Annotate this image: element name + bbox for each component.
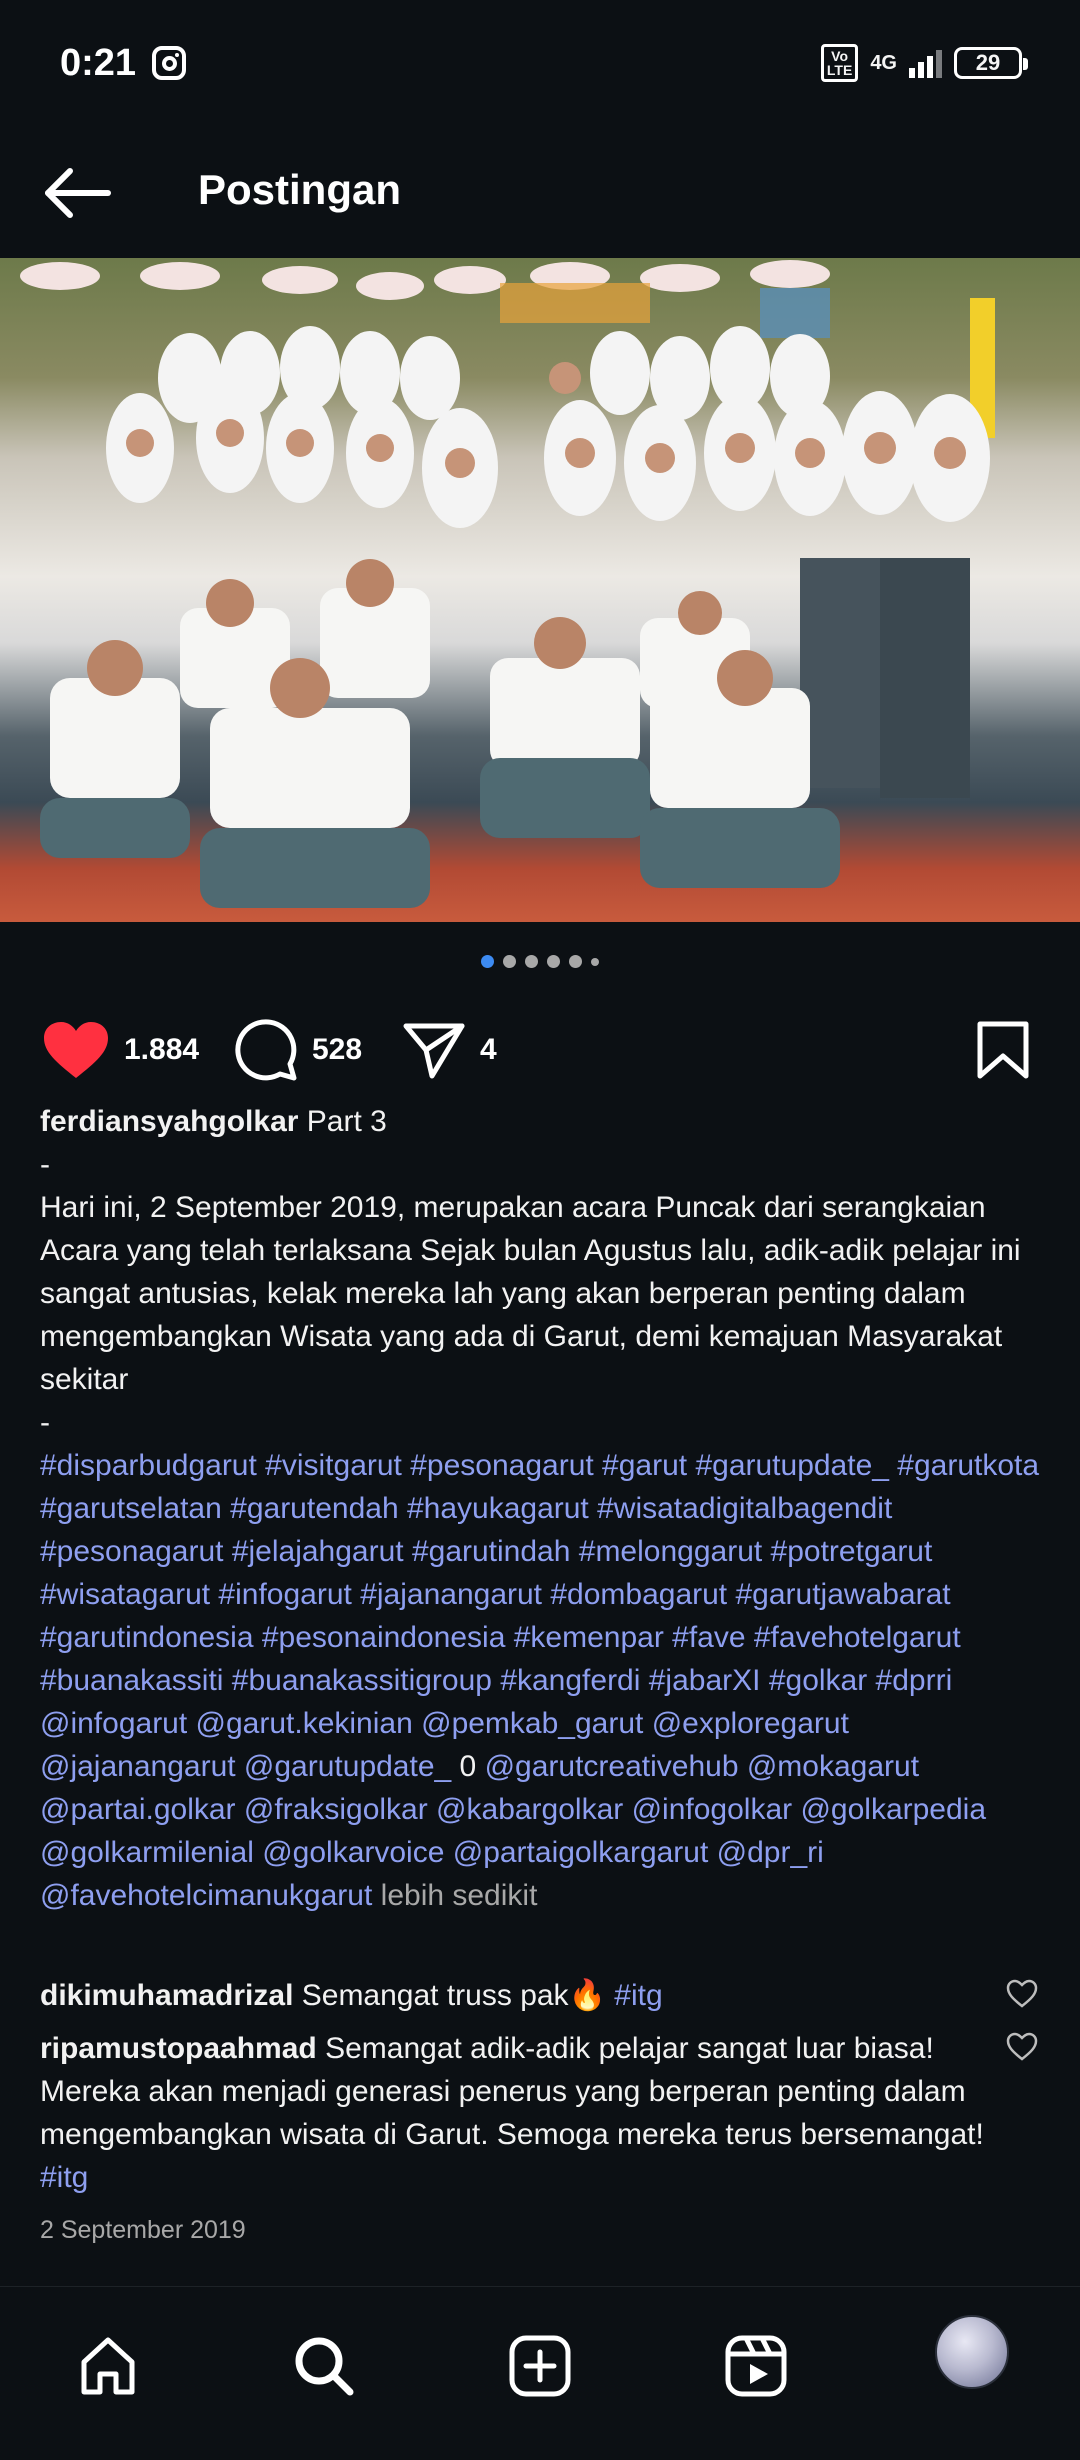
comment-like-button[interactable] xyxy=(1006,1979,1038,2009)
nav-home[interactable] xyxy=(73,2331,143,2401)
status-indicators: Vo LTE 4G 29 xyxy=(820,44,1028,82)
volte-icon: Vo LTE xyxy=(820,44,859,82)
carousel-dot xyxy=(569,955,582,968)
search-icon xyxy=(295,2337,354,2396)
caption-separator: - xyxy=(40,1148,50,1181)
carousel-dot xyxy=(547,955,560,968)
post-date: 2 September 2019 xyxy=(40,2216,246,2244)
nav-reels[interactable] xyxy=(721,2331,791,2401)
status-bar: 0:21 Vo LTE 4G 29 xyxy=(0,0,1080,130)
battery-icon: 29 xyxy=(954,47,1028,79)
status-time: 0:21 xyxy=(60,42,137,84)
signal-icon xyxy=(909,48,942,78)
comment-hashtag[interactable]: #itg xyxy=(614,1979,662,2012)
caption-separator: - xyxy=(40,1406,50,1439)
like-button[interactable]: 1.884 xyxy=(42,1010,199,1090)
comment-text: Semangat truss pak🔥 xyxy=(301,1979,606,2012)
back-arrow-icon xyxy=(45,168,111,218)
home-icon xyxy=(81,2337,135,2395)
comment-username[interactable]: ripamustopaahmad xyxy=(40,2032,317,2065)
bookmark-icon xyxy=(977,1021,1029,1079)
instagram-notification-icon xyxy=(152,46,186,80)
share-count: 4 xyxy=(480,1033,497,1066)
comment-username[interactable]: dikimuhamadrizal xyxy=(40,1979,293,2012)
caption-username[interactable]: ferdiansyahgolkar xyxy=(40,1105,298,1138)
app-header: Postingan xyxy=(0,130,1080,258)
bottom-navigation xyxy=(0,2286,1080,2460)
send-icon xyxy=(403,1023,465,1079)
comment-bubble-icon xyxy=(235,1019,297,1081)
comment-button[interactable]: 528 xyxy=(234,1010,362,1090)
comment-item: ripamustopaahmad Semangat adik-adik pela… xyxy=(40,2027,1000,2199)
heart-outline-icon xyxy=(1006,2032,1038,2061)
like-count: 1.884 xyxy=(124,1033,200,1066)
battery-level: 29 xyxy=(975,50,1001,75)
less-button[interactable]: lebih sedikit xyxy=(381,1879,538,1912)
nav-create[interactable] xyxy=(505,2331,575,2401)
umbrella-decorations xyxy=(20,260,830,300)
save-button[interactable] xyxy=(976,1010,1030,1090)
nav-profile-avatar[interactable] xyxy=(935,2315,1009,2389)
reels-icon xyxy=(725,2335,787,2397)
caption-body: Hari ini, 2 September 2019, merupakan ac… xyxy=(40,1191,1021,1396)
carousel-indicator xyxy=(0,955,1080,968)
caption-zero: 0 xyxy=(459,1750,477,1783)
comment-count: 528 xyxy=(312,1033,363,1066)
group-photo-illustration xyxy=(20,260,995,908)
post-photo[interactable] xyxy=(0,258,1080,922)
heart-filled-icon xyxy=(44,1022,108,1078)
caption-hashtags[interactable]: #disparbudgarut #visitgarut #pesonagarut… xyxy=(40,1449,1039,1697)
post-actions: 1.884 528 4 xyxy=(0,1010,1080,1090)
carousel-dot xyxy=(503,955,516,968)
post-caption: ferdiansyahgolkar Part 3 - Hari ini, 2 S… xyxy=(40,1100,1050,1917)
caption-title: Part 3 xyxy=(306,1105,387,1138)
carousel-dot xyxy=(525,955,538,968)
carousel-dot xyxy=(591,957,599,966)
nav-search[interactable] xyxy=(289,2331,359,2401)
back-button[interactable] xyxy=(38,158,118,228)
comment-hashtag[interactable]: #itg xyxy=(40,2161,88,2194)
network-type: 4G xyxy=(870,52,897,74)
comment-like-button[interactable] xyxy=(1006,2032,1038,2062)
add-post-icon xyxy=(509,2335,571,2397)
heart-outline-icon xyxy=(1006,1979,1038,2008)
comment-item: dikimuhamadrizal Semangat truss pak🔥 #it… xyxy=(40,1974,1000,2017)
carousel-dot xyxy=(481,955,494,968)
share-button[interactable]: 4 xyxy=(402,1010,497,1090)
page-title: Postingan xyxy=(198,166,402,213)
